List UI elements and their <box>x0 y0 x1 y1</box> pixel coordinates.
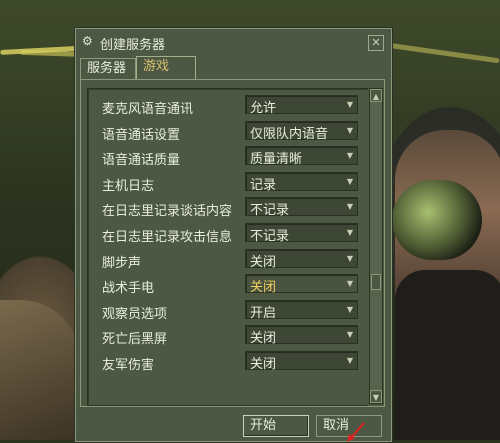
create-server-dialog: ⚙ 创建服务器 ✕ 服务器 游戏 麦克风语音通讯 允许 ▼ 语音通话设置 仅限队内语音 ▼… <box>75 28 392 442</box>
setting-dropdown[interactable]: 关闭 ▼ <box>245 351 358 372</box>
soldier-goggle-image <box>392 180 482 260</box>
setting-value: 允许 <box>250 101 277 116</box>
setting-row: 在日志里记录谈话内容 不记录 ▼ <box>88 195 368 221</box>
setting-dropdown[interactable]: 记录 ▼ <box>245 171 358 193</box>
steam-icon: ⚙ <box>82 34 93 48</box>
setting-dropdown[interactable]: 关闭 ▼ <box>245 325 358 347</box>
setting-label: 在日志里记录谈话内容 <box>102 204 233 220</box>
soldier-mask-image <box>395 270 500 440</box>
dialog-title: 创建服务器 <box>100 38 166 53</box>
setting-label: 死亡后黑屏 <box>102 332 168 348</box>
setting-label: 观察员选项 <box>102 306 168 322</box>
chevron-down-icon[interactable]: ▼ <box>345 125 355 136</box>
chevron-down-icon[interactable]: ▼ <box>345 201 355 212</box>
setting-row: 语音通话设置 仅限队内语音 ▼ <box>88 119 368 145</box>
scroll-up-icon[interactable]: ▲ <box>370 89 382 102</box>
settings-panel: 麦克风语音通讯 允许 ▼ 语音通话设置 仅限队内语音 ▼ 语音通话质量 质量清晰 ▼ 主机日志 记录… <box>80 79 385 407</box>
setting-dropdown[interactable]: 不记录 ▼ <box>245 223 358 244</box>
chevron-down-icon[interactable]: ▼ <box>345 99 355 110</box>
tab-game[interactable]: 游戏 <box>136 56 196 80</box>
setting-label: 在日志里记录攻击信息 <box>102 230 233 245</box>
setting-value: 记录 <box>250 177 277 193</box>
setting-label: 战术手电 <box>102 281 155 297</box>
light-streak <box>380 41 500 64</box>
setting-label: 脚步声 <box>102 255 142 271</box>
setting-row: 在日志里记录攻击信息 不记录 ▼ <box>88 221 368 247</box>
setting-label: 主机日志 <box>102 178 155 194</box>
setting-dropdown[interactable]: 关闭 ▼ <box>245 248 358 270</box>
setting-dropdown[interactable]: 质量清晰 ▼ <box>245 146 358 168</box>
setting-row: 语音通话质量 质量清晰 ▼ <box>88 144 368 170</box>
chevron-down-icon[interactable]: ▼ <box>345 176 355 187</box>
close-button[interactable]: ✕ <box>368 35 384 51</box>
setting-row: 死亡后黑屏 关闭 ▼ <box>88 323 368 349</box>
chevron-down-icon[interactable]: ▼ <box>345 329 355 340</box>
setting-value: 开启 <box>250 305 277 321</box>
chevron-down-icon[interactable]: ▼ <box>345 253 355 264</box>
setting-label: 友军伤害 <box>102 358 155 373</box>
scrollbar[interactable]: ▲ ▼ <box>369 88 383 404</box>
setting-dropdown[interactable]: 不记录 ▼ <box>245 197 358 219</box>
tab-server[interactable]: 服务器 <box>80 58 136 79</box>
setting-dropdown[interactable]: 仅限队内语音 ▼ <box>245 120 358 142</box>
chevron-down-icon[interactable]: ▼ <box>345 355 355 366</box>
setting-value: 质量清晰 <box>250 152 303 168</box>
setting-value: 关闭 <box>250 357 277 372</box>
chevron-down-icon[interactable]: ▼ <box>345 227 355 238</box>
scroll-thumb[interactable] <box>371 274 381 290</box>
setting-label: 语音通话设置 <box>102 127 181 143</box>
setting-value: 关闭 <box>250 280 277 296</box>
setting-label: 语音通话质量 <box>102 153 181 169</box>
setting-row: 友军伤害 关闭 ▼ <box>88 349 368 375</box>
chevron-down-icon[interactable]: ▼ <box>345 278 355 289</box>
setting-value: 不记录 <box>250 229 290 244</box>
setting-value: 不记录 <box>250 203 290 219</box>
chevron-down-icon[interactable]: ▼ <box>345 304 355 315</box>
setting-value: 关闭 <box>250 331 277 347</box>
setting-label: 麦克风语音通讯 <box>102 102 194 117</box>
scroll-down-icon[interactable]: ▼ <box>370 390 382 403</box>
setting-dropdown[interactable]: 关闭 ▼ <box>245 274 358 296</box>
setting-value: 关闭 <box>250 254 277 270</box>
setting-row: 脚步声 关闭 ▼ <box>88 247 368 273</box>
chevron-down-icon[interactable]: ▼ <box>345 150 355 161</box>
setting-row: 观察员选项 开启 ▼ <box>88 298 368 324</box>
setting-row: 麦克风语音通讯 允许 ▼ <box>88 93 368 119</box>
soldier-left-image <box>0 300 80 440</box>
setting-value: 仅限队内语音 <box>250 126 329 142</box>
setting-dropdown[interactable]: 允许 ▼ <box>245 95 358 116</box>
setting-row: 战术手电 关闭 ▼ <box>88 272 368 298</box>
setting-dropdown[interactable]: 开启 ▼ <box>245 299 358 321</box>
settings-list: 麦克风语音通讯 允许 ▼ 语音通话设置 仅限队内语音 ▼ 语音通话质量 质量清晰 ▼ 主机日志 记录… <box>87 88 368 406</box>
start-button[interactable]: 开始 <box>243 415 309 437</box>
dialog-titlebar[interactable]: ⚙ 创建服务器 ✕ <box>76 29 391 55</box>
setting-row: 主机日志 记录 ▼ <box>88 170 368 196</box>
